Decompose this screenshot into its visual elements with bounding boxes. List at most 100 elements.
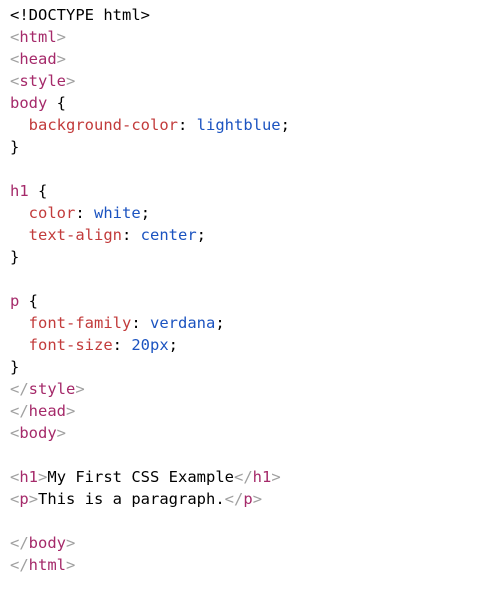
code-view: <!DOCTYPE html> <html> <head> <style> body {… xyxy=(0,0,500,596)
code-line: </html> xyxy=(10,554,500,576)
code-token-value: center xyxy=(140,226,197,244)
code-line: <body> xyxy=(10,422,500,444)
code-token-bracket: </ xyxy=(10,402,29,420)
code-token-punct: ; xyxy=(168,336,179,354)
code-token-tag: html xyxy=(19,28,57,46)
code-token-bracket: > xyxy=(66,556,76,574)
code-token-bracket: < xyxy=(10,50,20,68)
code-token-punct: ; xyxy=(215,314,225,332)
code-line: </style> xyxy=(10,378,500,400)
code-line: text-align: center; xyxy=(10,224,500,246)
code-token-property: font-family xyxy=(28,314,132,332)
code-token-punct: ; xyxy=(280,116,290,134)
code-token-bracket: </ xyxy=(10,556,29,574)
code-line: <!DOCTYPE html> xyxy=(10,4,500,26)
code-line: <html> xyxy=(10,26,500,48)
code-token-punct: : xyxy=(75,204,95,222)
code-token-bracket: > xyxy=(66,534,76,552)
code-token-value: verdana xyxy=(150,314,216,332)
code-token-selector: body xyxy=(10,94,48,112)
code-token-punct: : xyxy=(177,116,197,134)
code-token-plain: My First CSS Example xyxy=(47,468,234,486)
code-token-tag: head xyxy=(28,402,66,420)
code-token-property: color xyxy=(28,204,76,222)
code-token-tag: head xyxy=(19,50,57,68)
code-token-bracket: </ xyxy=(234,468,253,486)
code-token-bracket: </ xyxy=(10,534,29,552)
code-token-punct: : xyxy=(122,226,141,244)
code-line: font-size: 20px; xyxy=(10,334,500,356)
code-token-tag: html xyxy=(28,556,66,574)
code-token-bracket: < xyxy=(10,72,20,90)
code-token-punct: { xyxy=(47,94,66,112)
code-token-bracket: < xyxy=(10,490,20,508)
code-token-bracket: > xyxy=(56,424,67,442)
code-token-punct: } xyxy=(10,248,20,266)
code-line: </body> xyxy=(10,532,500,554)
code-line: } xyxy=(10,136,500,158)
code-token-bracket: > xyxy=(66,72,76,90)
code-token-tag: h1 xyxy=(19,468,39,486)
code-token-bracket: < xyxy=(10,468,20,486)
code-token-bracket: > xyxy=(56,28,67,46)
code-token-punct: ; xyxy=(196,226,207,244)
code-line: <h1>My First CSS Example</h1> xyxy=(10,466,500,488)
code-token-bracket: < xyxy=(10,424,20,442)
code-line: <p>This is a paragraph.</p> xyxy=(10,488,500,510)
code-token-plain: This is a paragraph. xyxy=(38,490,225,508)
code-token-property: font-size xyxy=(28,336,113,354)
code-line: } xyxy=(10,356,500,378)
code-line: background-color: lightblue; xyxy=(10,114,500,136)
code-token-bracket: </ xyxy=(224,490,244,508)
code-token-tag: p xyxy=(243,490,253,508)
code-line: font-family: verdana; xyxy=(10,312,500,334)
code-token-tag: body xyxy=(28,534,66,552)
code-token-punct: : xyxy=(112,336,132,354)
code-line: color: white; xyxy=(10,202,500,224)
code-token-value: 20px xyxy=(131,336,169,354)
code-token-tag: p xyxy=(19,490,29,508)
code-token-tag: style xyxy=(28,380,76,398)
code-token-property: background-color xyxy=(28,116,178,134)
code-token-selector: p xyxy=(10,292,20,310)
code-token-bracket: > xyxy=(252,490,263,508)
code-token-bracket: > xyxy=(28,490,39,508)
code-token-bracket: </ xyxy=(10,380,29,398)
code-token-bracket: > xyxy=(66,402,76,420)
code-token-tag: h1 xyxy=(252,468,272,486)
code-line: </head> xyxy=(10,400,500,422)
code-token-punct: } xyxy=(10,358,20,376)
code-line: <style> xyxy=(10,70,500,92)
code-line: <head> xyxy=(10,48,500,70)
code-token-value: lightblue xyxy=(196,116,281,134)
code-token-bracket: > xyxy=(56,50,67,68)
code-token-value: white xyxy=(94,204,141,222)
code-line: h1 { xyxy=(10,180,500,202)
code-token-bracket: > xyxy=(38,468,48,486)
code-token-punct: : xyxy=(131,314,150,332)
code-token-plain: <!DOCTYPE html> xyxy=(10,6,150,24)
code-token-tag: style xyxy=(19,72,67,90)
code-token-tag: body xyxy=(19,424,57,442)
code-token-punct: ; xyxy=(140,204,151,222)
code-token-punct: { xyxy=(28,182,48,200)
code-token-bracket: > xyxy=(75,380,85,398)
code-token-bracket: > xyxy=(271,468,281,486)
code-token-selector: h1 xyxy=(10,182,29,200)
code-token-bracket: < xyxy=(10,28,20,46)
code-line: } xyxy=(10,246,500,268)
code-token-property: text-align xyxy=(28,226,122,244)
code-line: p { xyxy=(10,290,500,312)
code-line: body { xyxy=(10,92,500,114)
code-token-punct: } xyxy=(10,138,20,156)
code-token-punct: { xyxy=(19,292,39,310)
